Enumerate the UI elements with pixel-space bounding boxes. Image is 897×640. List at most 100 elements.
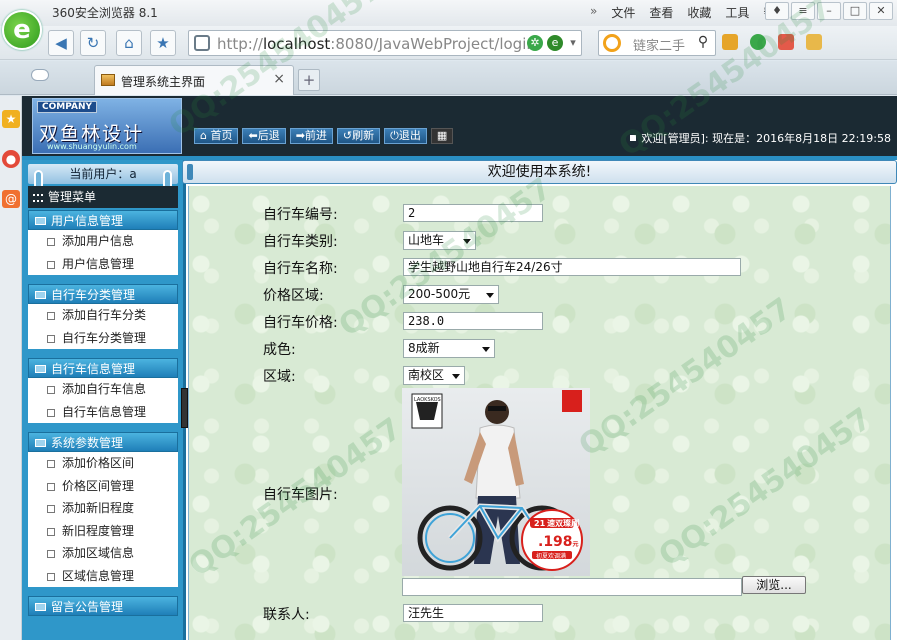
grid-icon[interactable]: ▦ <box>430 128 454 144</box>
bike-name-field[interactable]: 学生越野山地自行车24/26寸 <box>403 258 741 276</box>
home-button[interactable]: ⌂ 首页 <box>194 128 239 144</box>
brand-logo: COMPANY 双鱼林设计 www.shuangyulin.com <box>32 98 182 154</box>
dropdown-chevron-icon[interactable]: ▾ <box>565 35 581 51</box>
close-icon[interactable]: ✕ <box>869 2 893 20</box>
sidebar-collapse-handle[interactable] <box>181 388 188 428</box>
apps-icon[interactable] <box>722 34 738 50</box>
price-range-label: 价格区域: <box>263 288 324 304</box>
bike-photo: LAOKSKOS 21 速双璨刷 .198元 初夏欢调满 <box>402 388 590 576</box>
menu-group-header[interactable]: 用户信息管理 <box>28 210 178 230</box>
price-range-select[interactable]: 200-500元 <box>403 285 499 304</box>
home-icon[interactable]: ⌂ <box>116 30 142 56</box>
ad-text-2: 速双璨刷 <box>547 518 579 528</box>
sidebar-item-area-manage[interactable]: 区域信息管理 <box>28 565 178 588</box>
bike-rider-image: LAOKSKOS 21 速双璨刷 .198元 初夏欢调满 <box>411 390 583 571</box>
bullet-icon <box>47 260 55 269</box>
sidebar-item-add-bike-info[interactable]: 添加自行车信息 <box>28 378 178 401</box>
bike-type-select[interactable]: 山地车 <box>403 231 476 250</box>
sidebar-item-add-bike-type[interactable]: 添加自行车分类 <box>28 304 178 327</box>
forward-arrow-icon: ➡ <box>295 129 305 142</box>
bullet-icon <box>47 527 55 536</box>
refresh-button[interactable]: ↺刷新 <box>336 128 381 144</box>
star-icon[interactable]: ★ <box>150 30 176 56</box>
bullet-icon <box>47 482 55 491</box>
sidebar-item-bike-info-manage[interactable]: 自行车信息管理 <box>28 401 178 424</box>
grid-icon <box>33 194 43 202</box>
brand-tag-text: LAOKSKOS <box>414 397 441 403</box>
menu-group-user: 用户信息管理 添加用户信息 用户信息管理 <box>28 210 178 275</box>
url-text[interactable]: http://localhost:8080/JavaWebProject/log… <box>217 35 541 53</box>
gift-icon[interactable] <box>806 34 822 50</box>
left-sidebar: 当前用户：a 管理菜单 用户信息管理 添加用户信息 用户信息管理 自行车分类管理… <box>22 160 186 640</box>
refresh-icon: ↺ <box>342 129 353 142</box>
area-select[interactable]: 南校区 <box>403 366 465 385</box>
logout-button[interactable]: ⏻退出 <box>384 128 427 144</box>
menu-group-header[interactable]: 系统参数管理 <box>28 432 178 452</box>
menu-tools[interactable]: 工具 <box>725 4 749 21</box>
price-field[interactable]: 238.0 <box>403 312 543 330</box>
sidebar-item-user-manage[interactable]: 用户信息管理 <box>28 253 178 276</box>
sidebar-item-price-range-manage[interactable]: 价格区间管理 <box>28 475 178 498</box>
speed-icon[interactable]: ✲ <box>527 35 543 51</box>
menu-group-header[interactable]: 留言公告管理 <box>28 596 178 616</box>
tab-main[interactable]: 管理系统主界面 × <box>94 65 294 95</box>
sidebar-item-condition-manage[interactable]: 新旧程度管理 <box>28 520 178 543</box>
page-favicon-icon <box>101 74 115 86</box>
new-tab-button[interactable]: + <box>298 69 320 91</box>
tab-title: 管理系统主界面 <box>121 75 206 89</box>
browse-button[interactable]: 浏览... <box>742 576 806 594</box>
security-icon[interactable] <box>750 34 766 50</box>
address-bar[interactable]: http://localhost:8080/JavaWebProject/log… <box>188 30 582 56</box>
address-toolbar: ◀ ↻ ⌂ ★ http://localhost:8080/JavaWebPro… <box>0 26 897 60</box>
back-icon[interactable]: ◀ <box>48 30 74 56</box>
forward-button[interactable]: ➡前进 <box>289 128 333 144</box>
favorites-star-icon[interactable]: ★ <box>2 110 20 128</box>
menu-favorites[interactable]: 收藏 <box>687 4 711 21</box>
content-title-bar: 欢迎使用本系统! <box>182 160 897 184</box>
sidebar-item-add-price-range[interactable]: 添加价格区间 <box>28 452 178 475</box>
shirt-icon[interactable]: ♦ <box>765 2 789 20</box>
sidebar-item-add-user[interactable]: 添加用户信息 <box>28 230 178 253</box>
menu-group-header[interactable]: 自行车信息管理 <box>28 358 178 378</box>
adblock-icon[interactable] <box>778 34 794 50</box>
contact-field[interactable]: 汪先生 <box>403 604 543 622</box>
condition-select[interactable]: 8成新 <box>403 339 495 358</box>
photo-file-input[interactable] <box>402 578 742 596</box>
maximize-icon[interactable]: □ <box>843 2 867 20</box>
bike-no-field[interactable]: 2 <box>403 204 543 222</box>
refresh-icon[interactable]: ↻ <box>80 30 106 56</box>
svg-text:.198元: .198元 <box>538 534 579 550</box>
browser-menu-bar: » 文件 查看 收藏 工具 帮助 <box>590 4 787 21</box>
tab-close-icon[interactable]: × <box>273 71 285 87</box>
browser-mode-icon[interactable]: e <box>547 35 563 51</box>
chevron-down-icon <box>463 239 471 244</box>
mail-icon[interactable]: @ <box>2 190 20 208</box>
svg-text:21速双璨刷: 21 速双璨刷 <box>534 518 579 528</box>
menu-view[interactable]: 查看 <box>649 4 673 21</box>
minimize-icon[interactable]: – <box>817 2 841 20</box>
contact-label: 联系人: <box>263 607 310 623</box>
bullet-icon <box>47 460 55 468</box>
search-icon[interactable]: ⚲ <box>690 30 716 56</box>
bullet-icon <box>47 572 55 581</box>
menu-group-header[interactable]: 自行车分类管理 <box>28 284 178 304</box>
sidebar-item-add-condition[interactable]: 添加新旧程度 <box>28 497 178 520</box>
app-header: COMPANY 双鱼林设计 www.shuangyulin.com ⌂ 首页 ⬅… <box>22 96 897 156</box>
sidebar-item-add-area[interactable]: 添加区域信息 <box>28 542 178 565</box>
cloud-icon[interactable] <box>32 70 48 80</box>
browser-logo-icon[interactable]: e <box>2 10 42 50</box>
condition-label: 成色: <box>263 342 296 358</box>
tab-bar: 管理系统主界面 × + <box>0 61 897 95</box>
app-toolbar: ⌂ 首页 ⬅后退 ➡前进 ↺刷新 ⏻退出 ▦ <box>194 128 454 144</box>
menu-group-system-params: 系统参数管理 添加价格区间 价格区间管理 添加新旧程度 新旧程度管理 添加区域信… <box>28 432 178 587</box>
menu-overflow-chevron[interactable]: » <box>590 4 597 21</box>
menu-lines-icon[interactable]: ≡ <box>791 2 815 20</box>
menu-file[interactable]: 文件 <box>611 4 635 21</box>
weibo-icon[interactable]: ● <box>2 150 20 168</box>
back-button[interactable]: ⬅后退 <box>242 128 286 144</box>
sidebar-item-bike-type-manage[interactable]: 自行车分类管理 <box>28 327 178 350</box>
folder-icon <box>35 217 46 225</box>
bike-no-label: 自行车编号: <box>263 207 338 223</box>
folder-icon <box>35 603 46 611</box>
shield-icon <box>194 35 210 51</box>
